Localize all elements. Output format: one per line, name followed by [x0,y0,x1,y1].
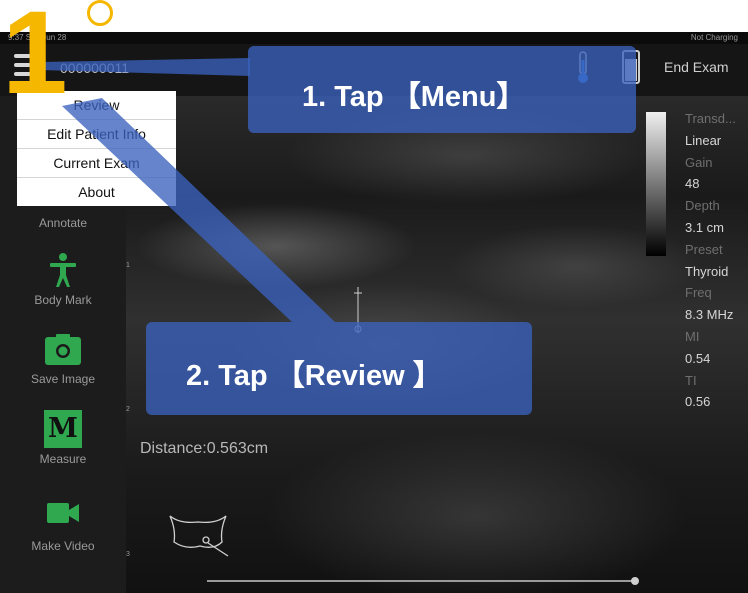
step-circle [87,0,113,26]
callout-tap-menu-text: 1. Tap 【Menu】 [302,81,526,113]
callout-tap-review: 2. Tap 【Review 】 [146,322,532,415]
callout-tap-menu: 1. Tap 【Menu】 [248,46,636,133]
callout-tap-review-text: 2. Tap 【Review 】 [186,360,442,392]
step-number: 1 [2,0,68,119]
